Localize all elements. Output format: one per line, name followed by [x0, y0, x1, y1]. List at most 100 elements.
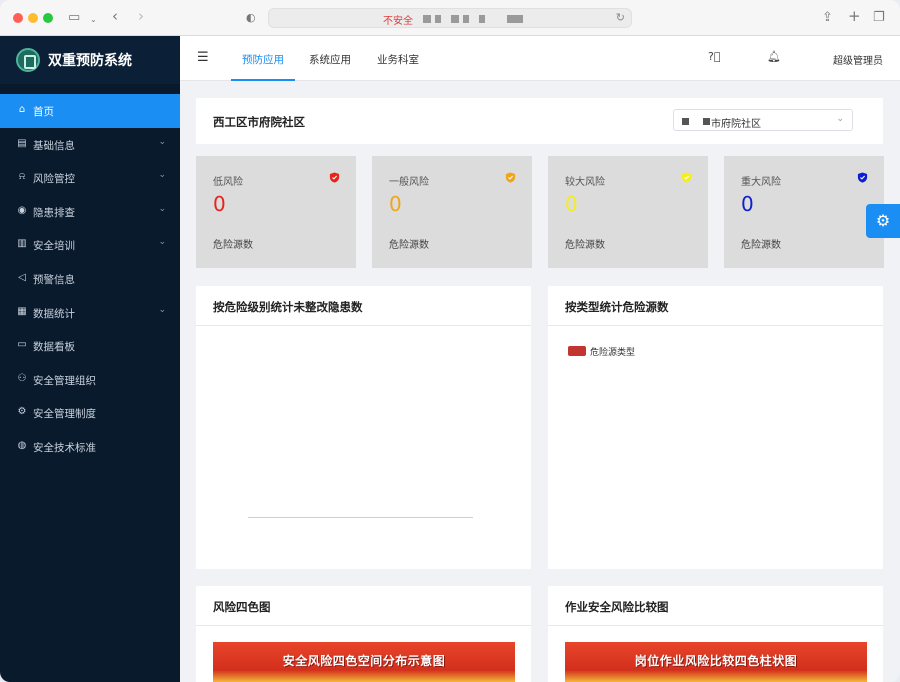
zoom-window-button[interactable] — [43, 13, 53, 23]
sidebar-item-label: 隐患排查 — [33, 206, 75, 219]
risk-sub-label: 危险源数 — [565, 240, 605, 251]
tab-prevention[interactable]: 预防应用 — [242, 52, 284, 67]
risk-card[interactable]: 较大风险 0 危险源数 — [548, 156, 708, 268]
chart-axis — [248, 517, 473, 518]
address-bar[interactable]: 不安全 ↻ — [268, 8, 632, 28]
logo-icon — [16, 48, 40, 72]
active-tab-indicator — [231, 79, 295, 81]
home-icon: ⌂ — [18, 104, 26, 115]
shield-icon — [329, 172, 340, 183]
forward-icon[interactable]: › — [138, 7, 144, 25]
redacted-url — [423, 15, 431, 23]
risk-count: 0 — [565, 192, 578, 216]
sidebar-item[interactable]: ⚙ 安全管理制度 — [0, 396, 180, 430]
redacted-url — [463, 15, 469, 23]
chevron-down-icon: ⌄ — [836, 114, 844, 124]
sidebar-item-label: 安全培训 — [33, 240, 75, 253]
top-navbar: ☰ 预防应用 系统应用 业务科室 ?⃝ 🔔︎ 超级管理员 — [180, 36, 900, 81]
chevron-down-icon[interactable]: ⌄ — [90, 11, 97, 29]
people-icon: ⚇ — [17, 372, 27, 384]
risk-compare-banner-text: 岗位作业风险比较四色柱状图 — [634, 654, 798, 668]
risk-card[interactable]: 一般风险 0 危险源数 — [372, 156, 532, 268]
security-warning: 不安全 — [383, 16, 413, 27]
risk-level-label: 较大风险 — [565, 177, 605, 188]
redacted-url — [507, 15, 523, 23]
new-tab-icon[interactable]: + — [848, 7, 861, 25]
chevron-down-icon: ⌄ — [158, 304, 166, 315]
sidebar-item-label: 首页 — [33, 106, 54, 118]
sidebar-toggle-icon[interactable]: ▭ — [68, 9, 80, 27]
hazard-type-panel — [548, 286, 883, 569]
globe-icon: ◍ — [17, 439, 27, 451]
document-icon: ▤ — [17, 137, 27, 149]
tab-departments[interactable]: 业务科室 — [377, 52, 419, 67]
gear-icon: ⚙ — [17, 406, 27, 418]
sidebar-item[interactable]: ▭ 数据看板 — [0, 329, 180, 363]
close-window-button[interactable] — [13, 13, 23, 23]
sidebar-item[interactable]: ◉ 隐患排查 ⌄ — [0, 195, 180, 229]
risk-card[interactable]: 低风险 0 危险源数 — [196, 156, 356, 268]
monitor-icon: ▭ — [17, 339, 27, 351]
settings-gear-button[interactable]: ⚙ — [866, 204, 900, 238]
back-icon[interactable]: ‹ — [112, 7, 118, 25]
divider — [548, 325, 883, 326]
risk-compare-image: 岗位作业风险比较四色柱状图 — [565, 642, 867, 682]
shield-icon — [681, 172, 692, 183]
risk-level-label: 一般风险 — [389, 177, 429, 188]
tab-system[interactable]: 系统应用 — [309, 52, 351, 67]
redacted-url — [451, 15, 459, 23]
risk-sub-label: 危险源数 — [213, 240, 253, 251]
user-menu[interactable]: 超级管理员 — [833, 52, 883, 67]
chevron-down-icon: ⌄ — [158, 237, 166, 248]
sidebar-item-label: 数据看板 — [33, 341, 75, 354]
minimize-window-button[interactable] — [28, 13, 38, 23]
four-color-banner-text: 安全风险四色空间分布示意图 — [282, 654, 446, 668]
sidebar-item-label: 预警信息 — [33, 273, 75, 286]
sidebar-item[interactable]: ⚇ 安全管理组织 — [0, 363, 180, 397]
hazard-type-title: 按类型统计危险源数 — [565, 300, 669, 314]
sidebar-item-label: 安全管理制度 — [33, 408, 96, 421]
app-name: 双重预防系统 — [48, 53, 132, 69]
risk-sub-label: 危险源数 — [389, 240, 429, 251]
shield-privacy-icon[interactable]: ◐ — [246, 9, 256, 27]
sidebar-item[interactable]: ⌂ 首页 — [0, 94, 180, 128]
browser-window: ▭ ⌄ ‹ › ◐ 不安全 ↻ ⇪ + ❐ 双重预防系统 ⌂ 首页 ▤ 基础信息 ⌄ ⍾ 风… — [0, 0, 900, 682]
four-color-image: 安全风险四色空间分布示意图 — [213, 642, 515, 682]
redacted-text — [682, 118, 689, 125]
chevron-down-icon: ⌄ — [158, 136, 166, 147]
sidebar-menu: ⌂ 首页 ▤ 基础信息 ⌄ ⍾ 风险管控 ⌄ ◉ 隐患排查 ⌄ ▥ 安全培训 ⌄ ◁ 预警信息 ▦ 数据统计 ⌄ ▭ 数… — [0, 94, 180, 464]
browser-toolbar: ▭ ⌄ ‹ › ◐ 不安全 ↻ ⇪ + ❐ — [0, 0, 900, 36]
sidebar-item[interactable]: ◍ 安全技术标准 — [0, 430, 180, 464]
legend-swatch[interactable] — [568, 346, 586, 356]
help-icon[interactable]: ?⃝ — [708, 50, 720, 63]
reload-icon[interactable]: ↻ — [616, 11, 625, 24]
risk-compare-title: 作业安全风险比较图 — [565, 600, 669, 614]
sidebar-item[interactable]: ▤ 基础信息 ⌄ — [0, 128, 180, 162]
sidebar-item[interactable]: ▥ 安全培训 ⌄ — [0, 228, 180, 262]
sidebar-item[interactable]: ◁ 预警信息 — [0, 262, 180, 296]
shield-icon — [857, 172, 868, 183]
tabs-overview-icon[interactable]: ❐ — [873, 9, 885, 27]
legend-label[interactable]: 危险源类型 — [590, 345, 635, 358]
shield-icon — [505, 172, 516, 183]
risk-card[interactable]: 重大风险 0 危险源数 — [724, 156, 884, 268]
hazard-level-panel — [196, 286, 531, 569]
sidebar-item-label: 数据统计 — [33, 307, 75, 320]
brand: 双重预防系统 — [0, 36, 180, 84]
sidebar-item[interactable]: ▦ 数据统计 ⌄ — [0, 296, 180, 330]
chart-icon: ▦ — [17, 305, 27, 317]
file-icon: ▥ — [17, 238, 27, 250]
sidebar-item-label: 安全技术标准 — [33, 441, 96, 454]
share-icon[interactable]: ⇪ — [822, 9, 833, 27]
risk-level-label: 重大风险 — [741, 177, 781, 188]
community-select[interactable]: 市府院社区 ⌄ — [673, 109, 853, 131]
sidebar-item-label: 风险管控 — [33, 173, 75, 186]
speaker-icon: ◁ — [18, 271, 26, 283]
four-color-title: 风险四色图 — [213, 600, 271, 614]
risk-count: 0 — [389, 192, 402, 216]
hazard-level-title: 按危险级别统计未整改隐患数 — [213, 300, 363, 314]
collapse-menu-icon[interactable]: ☰ — [197, 50, 209, 65]
bell-icon[interactable]: 🔔︎ — [767, 50, 781, 63]
divider — [196, 625, 531, 626]
sidebar-item[interactable]: ⍾ 风险管控 ⌄ — [0, 161, 180, 195]
